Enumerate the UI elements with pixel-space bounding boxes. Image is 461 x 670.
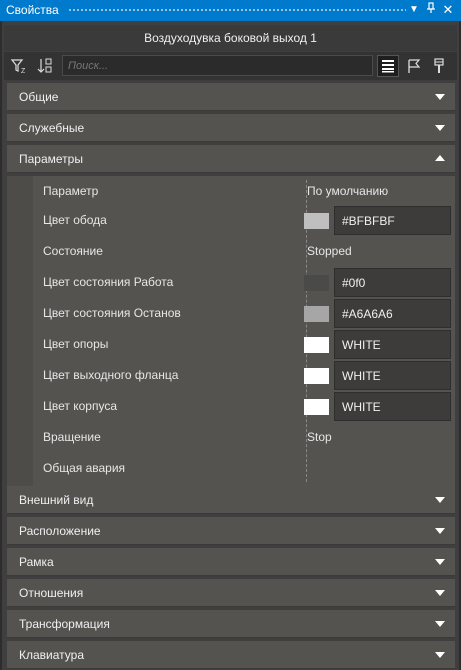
section-transformation[interactable]: Трансформация bbox=[7, 610, 455, 638]
chevron-down-icon bbox=[435, 652, 445, 658]
header-name: Параметр bbox=[43, 184, 99, 198]
param-name: Цвет обода bbox=[43, 213, 107, 227]
param-name: Цвет корпуса bbox=[43, 399, 117, 413]
panel-title: Свойства bbox=[6, 3, 59, 17]
drag-grip[interactable] bbox=[68, 8, 406, 13]
section-label: Отношения bbox=[19, 586, 84, 600]
color-swatch[interactable] bbox=[304, 306, 329, 322]
param-row-state[interactable]: Состояние Stopped bbox=[7, 236, 455, 267]
sort-icon[interactable] bbox=[34, 55, 56, 77]
param-name: Цвет состояния Работа bbox=[43, 275, 174, 289]
section-label: Расположение bbox=[19, 524, 101, 538]
param-name: Общая авария bbox=[43, 461, 126, 475]
section-position[interactable]: Расположение bbox=[7, 517, 455, 545]
param-value: WHITE bbox=[342, 400, 381, 414]
param-value: #BFBFBF bbox=[342, 214, 395, 228]
color-value-field[interactable]: WHITE bbox=[334, 361, 451, 390]
chevron-down-icon bbox=[435, 590, 445, 596]
section-frame[interactable]: Рамка bbox=[7, 548, 455, 576]
section-label: Трансформация bbox=[19, 617, 110, 631]
panel-titlebar: Свойства ▼ ✕ bbox=[0, 0, 461, 21]
param-value[interactable]: Stop bbox=[307, 430, 332, 444]
param-name: Цвет состояния Останов bbox=[43, 306, 181, 320]
param-value: WHITE bbox=[342, 338, 381, 352]
color-swatch[interactable] bbox=[304, 275, 329, 291]
section-keyboard[interactable]: Клавиатура bbox=[7, 641, 455, 669]
color-swatch[interactable] bbox=[304, 213, 329, 229]
section-label: Параметры bbox=[19, 152, 83, 166]
svg-text:Z: Z bbox=[21, 68, 26, 75]
color-value-field[interactable]: #0f0 bbox=[334, 268, 451, 297]
properties-view-icon[interactable] bbox=[377, 55, 399, 77]
chevron-down-icon bbox=[435, 528, 445, 534]
section-appearance[interactable]: Внешний вид bbox=[7, 486, 455, 514]
param-row-body-color[interactable]: Цвет корпуса WHITE bbox=[7, 391, 455, 422]
events-flag-icon[interactable] bbox=[403, 55, 425, 77]
param-name: Цвет опоры bbox=[43, 337, 109, 351]
section-service[interactable]: Служебные bbox=[7, 114, 455, 142]
chevron-down-icon bbox=[435, 497, 445, 503]
pin-icon[interactable] bbox=[424, 2, 438, 18]
param-name: Цвет выходного фланца bbox=[43, 368, 179, 382]
color-value-field[interactable]: #BFBFBF bbox=[334, 206, 451, 235]
chevron-down-icon bbox=[435, 621, 445, 627]
param-row-rim-color[interactable]: Цвет обода #BFBFBF bbox=[7, 205, 455, 236]
parameters-header-row: Параметр По умолчанию bbox=[7, 176, 455, 207]
param-row-rotation[interactable]: Вращение Stop bbox=[7, 422, 455, 453]
section-label: Клавиатура bbox=[19, 648, 84, 662]
param-value: #A6A6A6 bbox=[342, 307, 393, 321]
chevron-down-icon bbox=[435, 559, 445, 565]
param-row-general-alarm[interactable]: Общая авария bbox=[7, 453, 455, 484]
section-parameters[interactable]: Параметры bbox=[7, 145, 455, 173]
param-value: WHITE bbox=[342, 369, 381, 383]
chevron-down-icon bbox=[435, 94, 445, 100]
chevron-up-icon bbox=[435, 155, 445, 161]
search-input[interactable] bbox=[63, 56, 372, 75]
param-name: Состояние bbox=[43, 244, 103, 258]
color-swatch[interactable] bbox=[304, 368, 329, 384]
color-value-field[interactable]: WHITE bbox=[334, 330, 451, 359]
close-icon[interactable]: ✕ bbox=[441, 2, 455, 18]
color-value-field[interactable]: #A6A6A6 bbox=[334, 299, 451, 328]
search-field[interactable] bbox=[62, 55, 373, 76]
param-value[interactable]: Stopped bbox=[307, 244, 352, 258]
section-label: Рамка bbox=[19, 555, 54, 569]
parameters-grid: Параметр По умолчанию Цвет обода #BFBFBF… bbox=[7, 176, 455, 486]
color-swatch[interactable] bbox=[304, 399, 329, 415]
section-label: Служебные bbox=[19, 121, 85, 135]
param-row-run-color[interactable]: Цвет состояния Работа #0f0 bbox=[7, 267, 455, 298]
section-general[interactable]: Общие bbox=[7, 83, 455, 111]
param-row-stop-color[interactable]: Цвет состояния Останов #A6A6A6 bbox=[7, 298, 455, 329]
section-label: Внешний вид bbox=[19, 493, 94, 507]
param-row-support-color[interactable]: Цвет опоры WHITE bbox=[7, 329, 455, 360]
dropdown-icon[interactable]: ▼ bbox=[407, 2, 421, 18]
brush-icon[interactable] bbox=[428, 55, 450, 77]
color-swatch[interactable] bbox=[304, 337, 329, 353]
filter-icon[interactable]: Z bbox=[8, 55, 30, 77]
param-row-flange-color[interactable]: Цвет выходного фланца WHITE bbox=[7, 360, 455, 391]
section-label: Общие bbox=[19, 90, 59, 104]
toolbar: Z bbox=[4, 52, 457, 80]
color-value-field[interactable]: WHITE bbox=[334, 392, 451, 421]
header-value: По умолчанию bbox=[307, 184, 389, 198]
param-name: Вращение bbox=[43, 430, 101, 444]
object-name: Воздуходувка боковой выход 1 bbox=[4, 25, 457, 51]
param-value: #0f0 bbox=[342, 276, 366, 290]
chevron-down-icon bbox=[435, 125, 445, 131]
section-relations[interactable]: Отношения bbox=[7, 579, 455, 607]
